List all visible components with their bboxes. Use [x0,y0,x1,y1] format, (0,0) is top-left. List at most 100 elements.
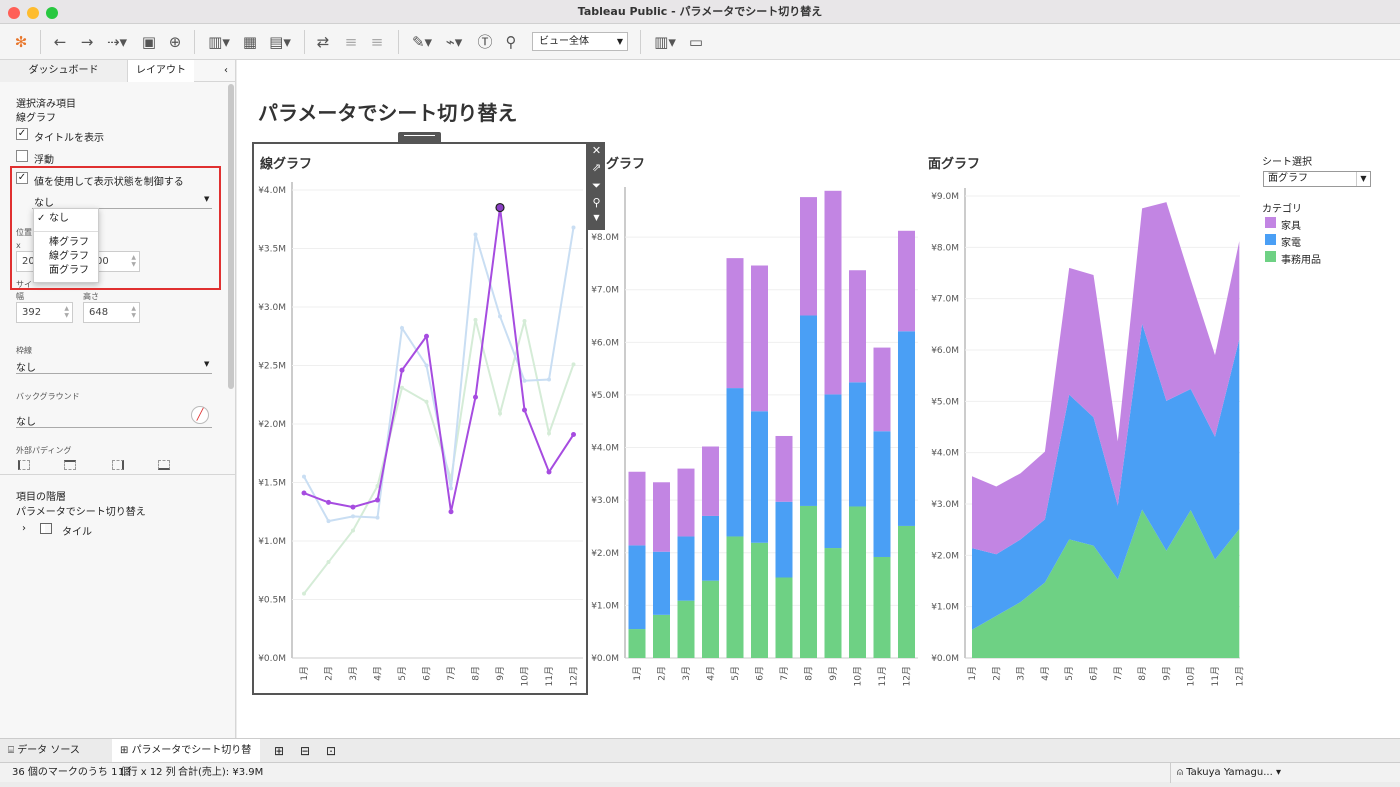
select-underline [16,427,212,428]
user-menu[interactable]: ⍝ Takuya Yamagu... ▾ [1170,763,1281,783]
attachment-icon[interactable]: ⌁▾ [442,32,466,52]
panel-scrollbar[interactable] [228,84,234,389]
legend-swatch-office[interactable] [1265,251,1276,262]
chevron-down-icon: ▼ [616,37,623,46]
replay-icon[interactable]: ⇢▾ [103,32,131,52]
minimize-window-button[interactable] [27,7,39,19]
show-me-icon[interactable]: ▥▾ [650,32,680,52]
legend-label: 事務用品 [1281,255,1321,266]
filter-icon[interactable]: ⏷ [588,179,605,193]
no-color-icon[interactable]: ╱ [191,406,209,424]
new-worksheet-tab-icon[interactable]: ⊞ [266,739,290,763]
dropdown-option-line[interactable]: 線グラフ [34,250,98,264]
tableau-logo-icon[interactable]: ✻ [12,32,30,52]
stepper-icon[interactable]: ▲▼ [131,305,136,319]
legend-label: 家具 [1281,221,1301,232]
control-visibility-checkbox[interactable]: ✓ [16,172,28,184]
tab-data-source[interactable]: ⌸ データ ソース [0,739,108,763]
sum-value: 合計(売上): ¥3.9M [178,767,264,778]
chevron-down-icon[interactable]: ▼ [204,195,209,203]
move-grip-handle[interactable] [398,132,441,142]
sort-desc-icon[interactable]: ≡ [368,32,386,52]
new-dashboard-tab-icon[interactable]: ⊟ [292,739,316,763]
padding-right-icon[interactable] [112,460,124,470]
tab-layout[interactable]: レイアウト [128,60,194,82]
labels-icon[interactable]: Ⓣ [476,32,494,52]
chevron-down-icon[interactable]: ▼ [204,360,209,368]
dropdown-option-label: なし [49,213,69,224]
background-select[interactable]: なし [16,413,36,428]
border-select[interactable]: なし [16,359,36,374]
tiled-container-icon [40,523,52,534]
close-window-button[interactable] [8,7,20,19]
rows-cols: 1 行 x 12 列 [118,767,176,778]
width-value: 392 [22,307,42,318]
database-icon: ⌸ [8,745,18,756]
control-visibility-select[interactable]: なし [34,194,54,209]
window-title: Tableau Public - パラメータでシート切り替え [577,5,823,18]
legend-swatch-furniture[interactable] [1265,217,1276,228]
floating-checkbox[interactable] [16,150,28,162]
hierarchy-root[interactable]: パラメータでシート切り替え [16,503,146,518]
selected-item-heading: 選択済み項目 [16,99,76,110]
padding-left-icon[interactable] [18,460,30,470]
title-bar: Tableau Public - パラメータでシート切り替え [0,0,1400,24]
redo-icon[interactable]: → [77,32,97,52]
stepper-icon[interactable]: ▲▼ [131,254,136,268]
view-fit-select[interactable]: ビュー全体 ▼ [532,32,628,51]
new-story-tab-icon[interactable]: ⊡ [318,739,342,763]
tab-dashboard[interactable]: ダッシュボード [0,60,128,82]
clear-sheet-icon[interactable]: ▤▾ [266,32,294,52]
control-visibility-label: 値を使用して表示状態を制御する [34,177,184,188]
chevron-down-icon: ▼ [1356,172,1370,186]
highlight-icon[interactable]: ✎▾ [408,32,436,52]
checkmark-icon: ✓ [37,213,46,224]
padding-bottom-icon[interactable] [158,460,170,470]
hierarchy-child[interactable]: タイル [62,523,92,538]
height-label: 高さ [83,292,99,301]
presentation-icon[interactable]: ▭ [686,32,706,52]
go-to-sheet-icon[interactable]: ⇗ [588,161,605,174]
more-options-icon[interactable]: ▼ [588,213,605,222]
size-label: サイ [16,280,32,289]
sort-asc-icon[interactable]: ≡ [342,32,360,52]
stepper-icon[interactable]: ▲▼ [64,305,69,319]
area-chart-title: 面グラフ [928,157,981,172]
panel-tabs: ダッシュボード レイアウト ‹ [0,60,236,82]
save-icon[interactable]: ▣ [140,32,158,52]
sheet-parameter-select[interactable]: 面グラフ ▼ [1263,171,1371,187]
expand-chevron-icon[interactable]: › [22,523,26,534]
toolbar-divider [304,30,305,54]
height-input[interactable]: 648 ▲ ▼ [83,302,140,323]
user-icon: ⍝ [1177,767,1187,778]
legend-title: カテゴリ [1262,204,1302,215]
bar-chart-title: グラフ [606,157,646,172]
tab-dashboard-sheet[interactable]: ⊞ パラメータでシート切り替え [112,739,260,780]
legend-swatch-appliances[interactable] [1265,234,1276,245]
zoom-window-button[interactable] [46,7,58,19]
toolbar-divider [40,30,41,54]
pin-icon[interactable]: ⚲ [588,196,605,209]
new-datasource-icon[interactable]: ⊕ [166,32,184,52]
background-label: バックグラウンド [16,392,80,401]
pin-icon[interactable]: ⚲ [502,32,520,52]
selected-item-name: 線グラフ [16,113,56,124]
new-worksheet-icon[interactable]: ▥▾ [204,32,234,52]
undo-icon[interactable]: ← [50,32,70,52]
dropdown-option-none[interactable]: ✓ なし [34,212,98,226]
width-input[interactable]: 392 ▲ ▼ [16,302,73,323]
remove-icon[interactable]: ✕ [588,144,605,157]
select-underline [16,373,212,374]
dropdown-option-area[interactable]: 面グラフ [34,264,98,278]
dropdown-option-bar[interactable]: 棒グラフ [34,236,98,250]
position-label: 位置 [16,228,32,237]
toolbar-divider [640,30,641,54]
duplicate-sheet-icon[interactable]: ▦ [240,32,260,52]
border-label: 枠線 [16,346,32,355]
show-title-checkbox[interactable]: ✓ [16,128,28,140]
collapse-panel-icon[interactable]: ‹ [218,60,234,82]
status-bar: 36 個のマークのうち 1 個 1 行 x 12 列 合計(売上): ¥3.9M… [0,762,1400,783]
marks-count: 36 個のマークのうち 1 個 [12,767,131,778]
swap-icon[interactable]: ⇄ [314,32,332,52]
padding-top-icon[interactable] [64,460,76,470]
